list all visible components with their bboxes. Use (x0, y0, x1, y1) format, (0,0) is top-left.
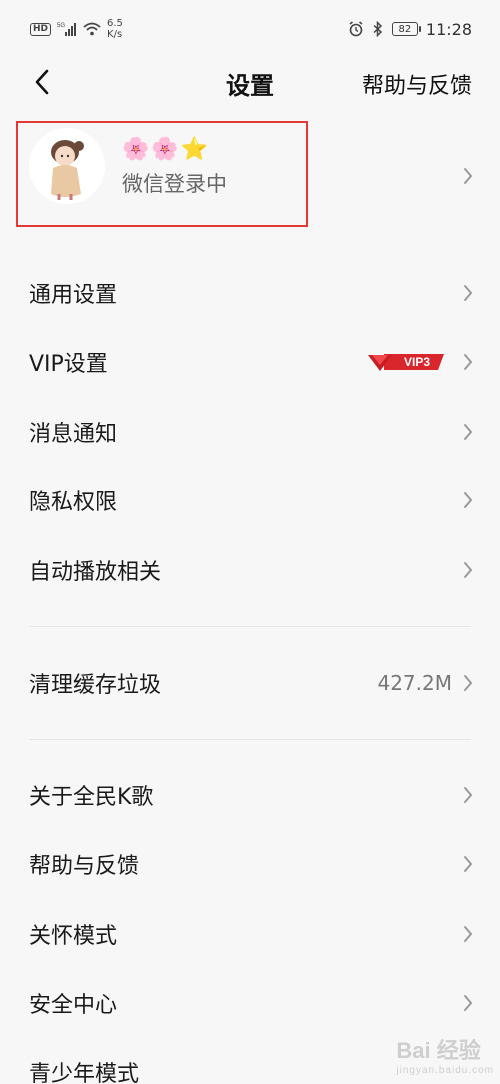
signal-icon: 5G (57, 23, 77, 36)
section-divider (29, 626, 471, 627)
chevron-right-icon (464, 675, 473, 691)
nav-bar: 设置 帮助与反馈 (0, 58, 500, 108)
chevron-right-icon (464, 995, 473, 1011)
watermark: Bai 经验 jingyan.baidu.com (396, 1033, 494, 1076)
battery-icon: 82 (391, 22, 421, 36)
status-left: HD 5G 6.5 K/s (30, 18, 123, 40)
row-label: 青少年模式 (29, 1062, 140, 1084)
chevron-right-icon (464, 168, 473, 184)
row-label: 关于全民K歌 (29, 785, 154, 810)
chevron-right-icon (464, 492, 473, 508)
svg-text:5G: 5G (57, 23, 65, 29)
speed-unit: K/s (107, 29, 123, 40)
chevron-right-icon (464, 856, 473, 872)
row-label: 清理缓存垃圾 (29, 673, 162, 698)
vip-level: VIP3 (403, 355, 430, 369)
row-about[interactable]: 关于全民K歌 (0, 761, 500, 829)
row-security-center[interactable]: 安全中心 (0, 969, 500, 1037)
status-right: 82 11:28 (348, 20, 472, 39)
status-time: 11:28 (425, 19, 472, 39)
row-privacy-permissions[interactable]: 隐私权限 (0, 466, 500, 534)
hd-icon: HD (30, 22, 52, 36)
wifi-icon (83, 22, 101, 36)
highlight-box (16, 121, 308, 227)
back-arrow-icon (35, 69, 49, 95)
chevron-right-icon (464, 787, 473, 803)
alarm-icon (349, 21, 363, 37)
row-label: 通用设置 (29, 283, 118, 308)
row-autoplay[interactable]: 自动播放相关 (0, 536, 500, 604)
row-label: 消息通知 (29, 422, 118, 447)
row-label: 隐私权限 (29, 490, 118, 515)
chevron-right-icon (464, 424, 473, 440)
chevron-right-icon (464, 926, 473, 942)
row-clear-cache[interactable]: 清理缓存垃圾 427.2M (0, 649, 500, 717)
status-bar: HD 5G 6.5 K/s 82 11:28 (0, 0, 500, 58)
cache-size: 427.2M (377, 671, 452, 695)
watermark-url: jingyan.baidu.com (396, 1065, 494, 1076)
vip-badge: VIP3 (366, 350, 446, 374)
help-feedback-link[interactable]: 帮助与反馈 (362, 68, 472, 100)
bluetooth-icon (373, 21, 382, 37)
row-message-notifications[interactable]: 消息通知 (0, 398, 500, 466)
row-label: VIP设置 (29, 352, 108, 377)
row-label: 帮助与反馈 (29, 854, 140, 879)
row-label: 安全中心 (29, 993, 118, 1018)
chevron-right-icon (464, 354, 473, 370)
row-care-mode[interactable]: 关怀模式 (0, 900, 500, 968)
network-speed: 6.5 K/s (107, 18, 123, 40)
speed-value: 6.5 (107, 18, 123, 29)
row-label: 自动播放相关 (29, 560, 162, 585)
row-help-feedback[interactable]: 帮助与反馈 (0, 830, 500, 898)
watermark-brand: Bai 经验 (396, 1038, 481, 1063)
section-divider (29, 739, 471, 740)
back-button[interactable] (24, 64, 60, 100)
chevron-right-icon (464, 562, 473, 578)
row-label: 关怀模式 (29, 924, 118, 949)
row-general-settings[interactable]: 通用设置 (0, 259, 500, 327)
chevron-right-icon (464, 285, 473, 301)
row-vip-settings[interactable]: VIP设置 VIP3 (0, 328, 500, 396)
